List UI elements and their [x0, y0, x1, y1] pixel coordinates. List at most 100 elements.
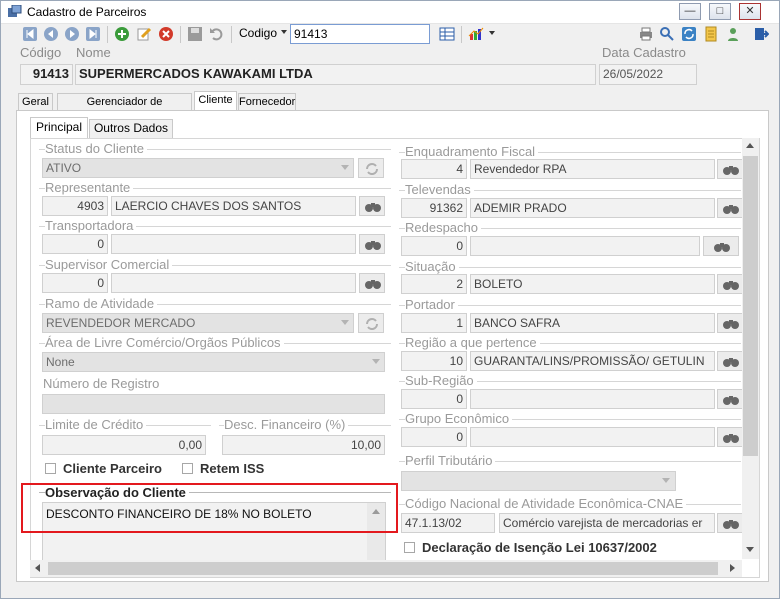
status-refresh-button[interactable]	[358, 158, 384, 178]
ramo-refresh-button[interactable]	[358, 313, 384, 333]
prev-record-icon[interactable]	[43, 26, 59, 42]
perfil-label: Perfil Tributário	[405, 453, 496, 468]
retem-iss-checkbox[interactable]	[182, 463, 193, 474]
toolbar: Codigo 91413	[1, 23, 779, 45]
supervisor-name-field[interactable]	[111, 273, 356, 293]
cnae-search-button[interactable]	[717, 513, 743, 533]
vertical-scroll-thumb[interactable]	[743, 156, 758, 456]
scroll-up-icon[interactable]	[746, 143, 754, 148]
status-select[interactable]: ATIVO	[42, 158, 354, 178]
data-cadastro-field[interactable]: 26/05/2022	[599, 64, 697, 85]
scroll-right-icon[interactable]	[730, 564, 735, 572]
situacao-label: Situação	[405, 259, 459, 274]
tab-fornecedor[interactable]: Fornecedor	[238, 93, 296, 111]
grupo-search-button[interactable]	[717, 427, 743, 447]
televendas-label: Televendas	[405, 182, 474, 197]
subregiao-code-field[interactable]: 0	[401, 389, 467, 409]
first-record-icon[interactable]	[22, 26, 38, 42]
redespacho-code-field[interactable]: 0	[401, 236, 467, 256]
archive-icon[interactable]	[703, 26, 719, 42]
situacao-search-button[interactable]	[717, 274, 743, 294]
horizontal-scroll-thumb[interactable]	[48, 562, 718, 575]
situacao-code-field[interactable]: 2	[401, 274, 467, 294]
status-label: Status do Cliente	[45, 141, 148, 156]
enquadramento-search-button[interactable]	[717, 159, 743, 179]
save-icon[interactable]	[187, 26, 203, 42]
televendas-code-field[interactable]: 91362	[401, 198, 467, 218]
supervisor-search-button[interactable]	[359, 273, 385, 293]
limite-field[interactable]: 0,00	[42, 435, 206, 455]
nome-field[interactable]: SUPERMERCADOS KAWAKAMI LTDA	[75, 64, 596, 85]
subregiao-name-field[interactable]	[470, 389, 715, 409]
chart-dropdown-icon[interactable]	[489, 31, 495, 35]
scroll-down-icon[interactable]	[746, 547, 754, 552]
representante-name-field[interactable]: LAERCIO CHAVES DOS SANTOS	[111, 196, 356, 216]
regiao-name-field[interactable]: GUARANTA/LINS/PROMISSÃO/ GETULIN	[470, 351, 715, 371]
undo-icon[interactable]	[208, 26, 224, 42]
chart-icon[interactable]	[468, 26, 484, 42]
tab-gerenciador-documentos[interactable]: Gerenciador de Documentos	[57, 93, 192, 124]
portador-search-button[interactable]	[717, 313, 743, 333]
maximize-icon: □	[716, 5, 724, 17]
regiao-search-button[interactable]	[717, 351, 743, 371]
numero-registro-field[interactable]	[42, 394, 385, 414]
redespacho-label: Redespacho	[405, 220, 481, 235]
supervisor-code-field[interactable]: 0	[42, 273, 108, 293]
enquadramento-name-field[interactable]: Revendedor RPA	[470, 159, 715, 179]
subregiao-search-button[interactable]	[717, 389, 743, 409]
portador-name-field[interactable]: BANCO SAFRA	[470, 313, 715, 333]
delete-icon[interactable]	[158, 26, 174, 42]
transportadora-name-field[interactable]	[111, 234, 356, 254]
transportadora-search-button[interactable]	[359, 234, 385, 254]
refresh-icon	[366, 318, 378, 330]
transportadora-code-field[interactable]: 0	[42, 234, 108, 254]
representante-search-button[interactable]	[359, 196, 385, 216]
portador-code-field[interactable]: 1	[401, 313, 467, 333]
desconto-field[interactable]: 10,00	[222, 435, 385, 455]
add-icon[interactable]	[114, 26, 130, 42]
minimize-button[interactable]: —	[679, 3, 701, 20]
tab-cliente[interactable]: Cliente	[194, 91, 237, 111]
enquadramento-code-field[interactable]: 4	[401, 159, 467, 179]
scroll-left-icon[interactable]	[35, 564, 40, 572]
televendas-name-field[interactable]: ADEMIR PRADO	[470, 198, 715, 218]
cliente-parceiro-checkbox[interactable]	[45, 463, 56, 474]
last-record-icon[interactable]	[85, 26, 101, 42]
grupo-code-field[interactable]: 0	[401, 427, 467, 447]
exit-icon[interactable]	[753, 26, 769, 42]
grupo-name-field[interactable]	[470, 427, 715, 447]
codigo-search-input[interactable]: 91413	[290, 24, 430, 44]
grid-view-icon[interactable]	[439, 26, 455, 42]
maximize-button[interactable]: □	[709, 3, 731, 20]
regiao-code-field[interactable]: 10	[401, 351, 467, 371]
print-icon[interactable]	[638, 26, 654, 42]
situacao-name-field[interactable]: BOLETO	[470, 274, 715, 294]
tab-geral[interactable]: Geral	[18, 93, 53, 111]
perfil-select[interactable]	[401, 471, 676, 491]
user-icon[interactable]	[725, 26, 741, 42]
area-select[interactable]: None	[42, 352, 385, 372]
next-record-icon[interactable]	[64, 26, 80, 42]
app-icon	[8, 5, 22, 17]
edit-icon[interactable]	[136, 26, 152, 42]
numero-registro-label: Número de Registro	[43, 376, 163, 391]
supervisor-label: Supervisor Comercial	[45, 257, 173, 272]
codigo-dropdown-icon[interactable]	[281, 30, 287, 34]
close-window-button[interactable]: ✕	[739, 3, 761, 20]
redespacho-search-button[interactable]	[703, 236, 739, 256]
binoculars-icon	[723, 358, 739, 367]
binoculars-icon	[723, 396, 739, 405]
search-icon[interactable]	[659, 26, 675, 42]
ramo-select[interactable]: REVENDEDOR MERCADO	[42, 313, 354, 333]
codigo-field[interactable]: 91413	[20, 64, 73, 85]
refresh-icon[interactable]	[681, 26, 697, 42]
cnae-name-field[interactable]: Comércio varejista de mercadorias er	[499, 513, 715, 533]
representante-code-field[interactable]: 4903	[42, 196, 108, 216]
cnae-code-field[interactable]: 47.1.13/02	[401, 513, 495, 533]
televendas-search-button[interactable]	[717, 198, 743, 218]
declaracao-checkbox[interactable]	[404, 542, 415, 553]
subtab-principal[interactable]: Principal	[30, 117, 88, 138]
redespacho-name-field[interactable]	[470, 236, 700, 256]
binoculars-icon	[723, 205, 739, 214]
subtab-outros-dados[interactable]: Outros Dados	[89, 119, 173, 138]
